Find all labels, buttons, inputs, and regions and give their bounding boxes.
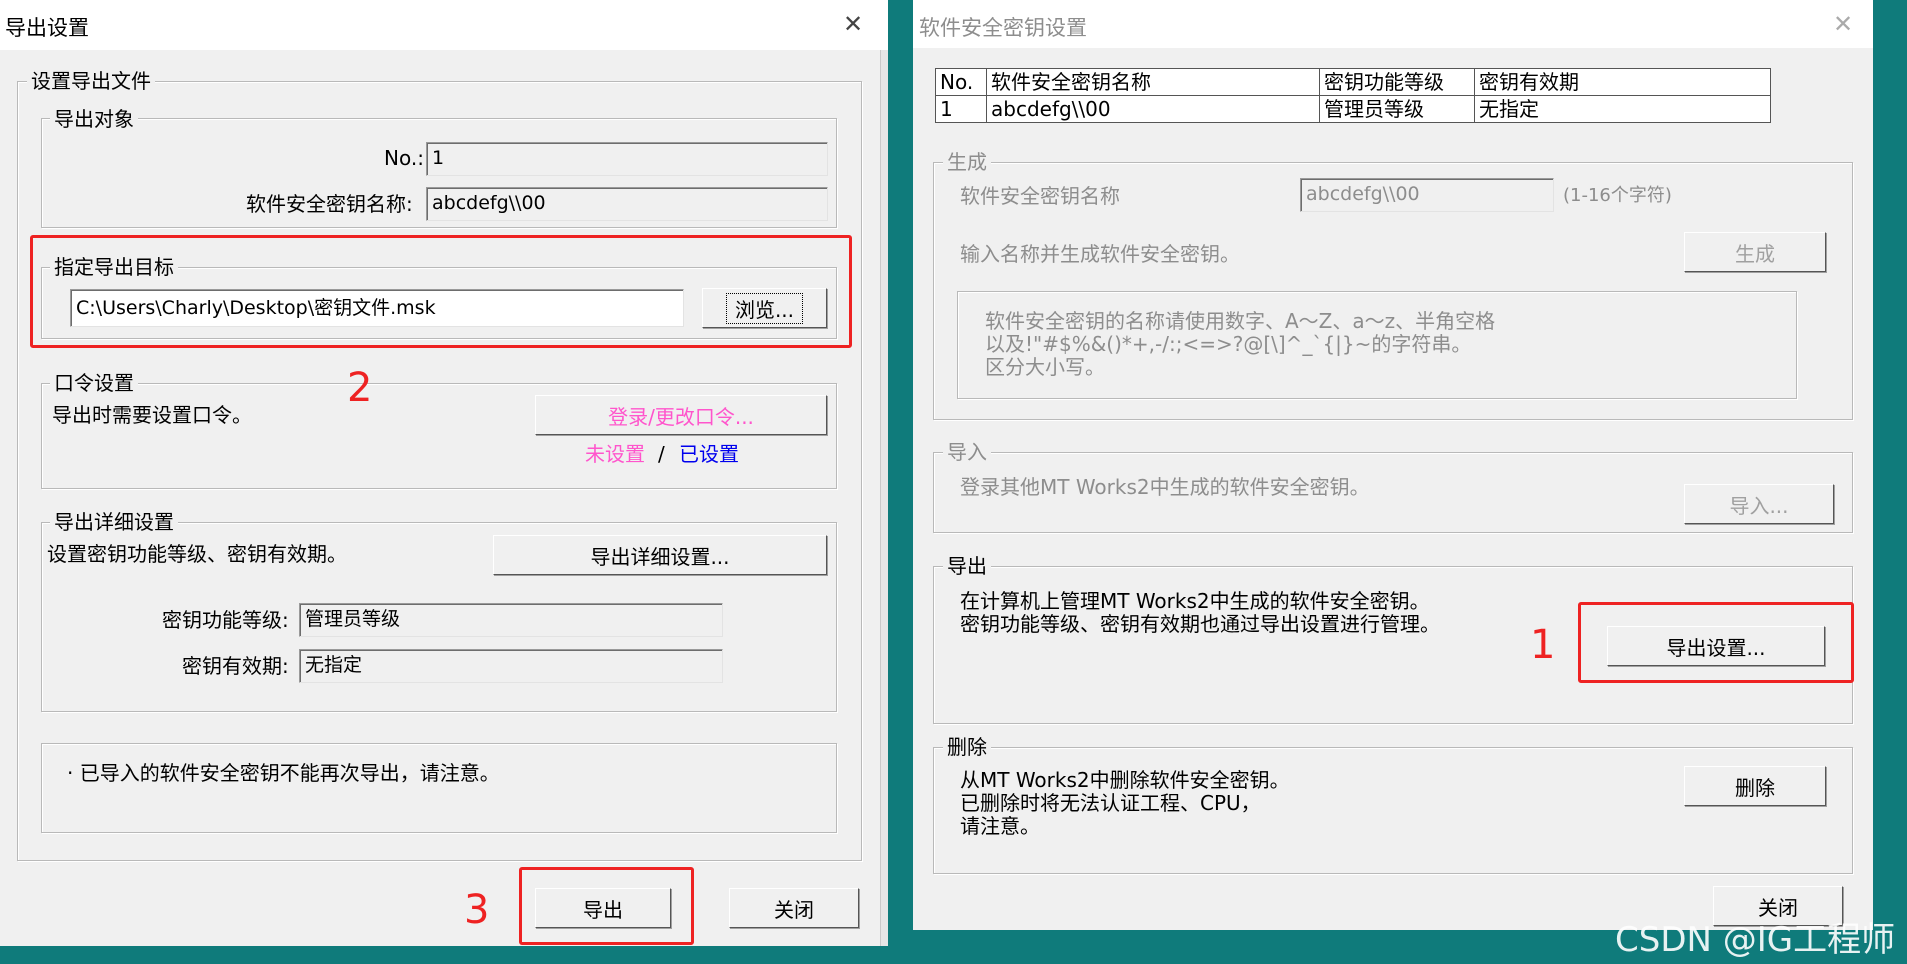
key-close-icon[interactable]: ✕	[1828, 12, 1858, 36]
delete-button[interactable]: 删除	[1684, 766, 1826, 806]
export-desc-line1: 在计算机上管理MT Works2中生成的软件安全密钥。	[960, 589, 1430, 613]
key-table-cell: abcdefg\\00	[986, 95, 1320, 123]
close-button-label: 关闭	[774, 897, 814, 922]
delete-desc-line1: 从MT Works2中删除软件安全密钥。	[960, 768, 1290, 792]
expiry-label: 密钥有效期:	[182, 654, 289, 678]
group-export-file-label: 设置导出文件	[27, 70, 155, 92]
highlight-box-export-settings	[1578, 602, 1854, 683]
import-button[interactable]: 导入...	[1684, 484, 1834, 524]
gen-name-input[interactable]: abcdefg\\00	[1300, 178, 1554, 212]
level-label: 密钥功能等级:	[162, 608, 289, 632]
key-table-cell: 1	[935, 95, 987, 123]
generate-button[interactable]: 生成	[1684, 232, 1826, 272]
key-name-field: abcdefg\\00	[426, 187, 828, 221]
group-export-label: 导出	[943, 555, 991, 577]
group-import-label: 导入	[943, 441, 991, 463]
detail-settings-button[interactable]: 导出详细设置...	[493, 535, 827, 575]
key-settings-dialog: 软件安全密钥设置 ✕ No. 软件安全密钥名称 密钥功能等级 密钥有效期 1 a…	[913, 0, 1873, 930]
key-table: No. 软件安全密钥名称 密钥功能等级 密钥有效期 1 abcdefg\\00 …	[935, 68, 1771, 123]
export-desc-line2: 密钥功能等级、密钥有效期也通过导出设置进行管理。	[960, 612, 1440, 636]
key-table-header-cell: 密钥功能等级	[1319, 68, 1475, 96]
watermark-text: CSDN @IG工程师	[1615, 920, 1896, 960]
delete-desc-line3: 请注意。	[960, 814, 1040, 838]
generate-button-label: 生成	[1735, 241, 1775, 266]
key-table-row[interactable]: 1 abcdefg\\00 管理员等级 无指定	[935, 95, 1771, 123]
status-unset: 未设置	[585, 442, 645, 466]
key-table-cell: 管理员等级	[1319, 95, 1475, 123]
group-password-label: 口令设置	[50, 372, 138, 394]
gen-name-label: 软件安全密钥名称	[960, 184, 1120, 208]
key-dialog-title: 软件安全密钥设置	[919, 16, 1087, 40]
password-desc: 导出时需要设置口令。	[52, 403, 252, 427]
note-box	[41, 743, 837, 833]
group-generate-label: 生成	[943, 151, 991, 173]
step-2-marker: 2	[347, 365, 373, 411]
delete-desc-line2: 已删除时将无法认证工程、CPU，	[960, 791, 1261, 815]
key-table-header-cell: No.	[935, 68, 987, 96]
key-name-label: 软件安全密钥名称:	[246, 192, 413, 216]
group-export-target-label: 导出对象	[50, 108, 138, 130]
no-field: 1	[426, 142, 828, 176]
status-set: 已设置	[679, 442, 739, 466]
key-table-header-cell: 软件安全密钥名称	[986, 68, 1320, 96]
gen-note-line2: 以及!"#$%&()*+,-/:;<=>?@[\]^_`{|}~的字符串。	[985, 332, 1472, 356]
detail-settings-button-label: 导出详细设置...	[590, 544, 730, 569]
no-label: No.:	[384, 146, 424, 170]
group-delete-label: 删除	[943, 736, 991, 758]
note-text: · 已导入的软件安全密钥不能再次导出，请注意。	[67, 761, 500, 785]
right-border	[880, 50, 888, 946]
group-detail-label: 导出详细设置	[50, 511, 178, 533]
export-settings-dialog: 导出设置 ✕ 设置导出文件 导出对象 No.: 1 软件安全密钥名称: abcd…	[0, 0, 888, 946]
password-button[interactable]: 登录/更改口令...	[535, 395, 827, 435]
title-bar: 导出设置 ✕	[0, 0, 888, 50]
step-3-marker: 3	[464, 887, 490, 933]
expiry-field: 无指定	[299, 649, 723, 683]
detail-desc: 设置密钥功能等级、密钥有效期。	[47, 542, 347, 566]
highlight-box-dest	[30, 235, 852, 348]
level-field: 管理员等级	[299, 603, 723, 637]
close-icon[interactable]: ✕	[838, 12, 868, 36]
highlight-box-export	[519, 867, 694, 945]
delete-button-label: 删除	[1735, 775, 1775, 800]
dialog-title: 导出设置	[5, 16, 89, 40]
step-1-marker: 1	[1530, 622, 1556, 668]
status-separator: /	[658, 442, 665, 466]
password-button-label: 登录/更改口令...	[608, 404, 754, 429]
key-table-header-cell: 密钥有效期	[1474, 68, 1771, 96]
close-button[interactable]: 关闭	[729, 888, 859, 928]
key-table-header: No. 软件安全密钥名称 密钥功能等级 密钥有效期	[935, 68, 1771, 96]
key-title-bar: 软件安全密钥设置 ✕	[913, 0, 1873, 48]
gen-name-hint: (1-16个字符)	[1563, 185, 1672, 206]
gen-note-line1: 软件安全密钥的名称请使用数字、A～Z、a～z、半角空格	[985, 309, 1496, 333]
gen-note-line3: 区分大小写。	[985, 355, 1105, 379]
import-button-label: 导入...	[1729, 493, 1789, 518]
import-desc: 登录其他MT Works2中生成的软件安全密钥。	[960, 475, 1370, 499]
key-table-cell: 无指定	[1474, 95, 1771, 123]
gen-desc: 输入名称并生成软件安全密钥。	[960, 242, 1240, 266]
